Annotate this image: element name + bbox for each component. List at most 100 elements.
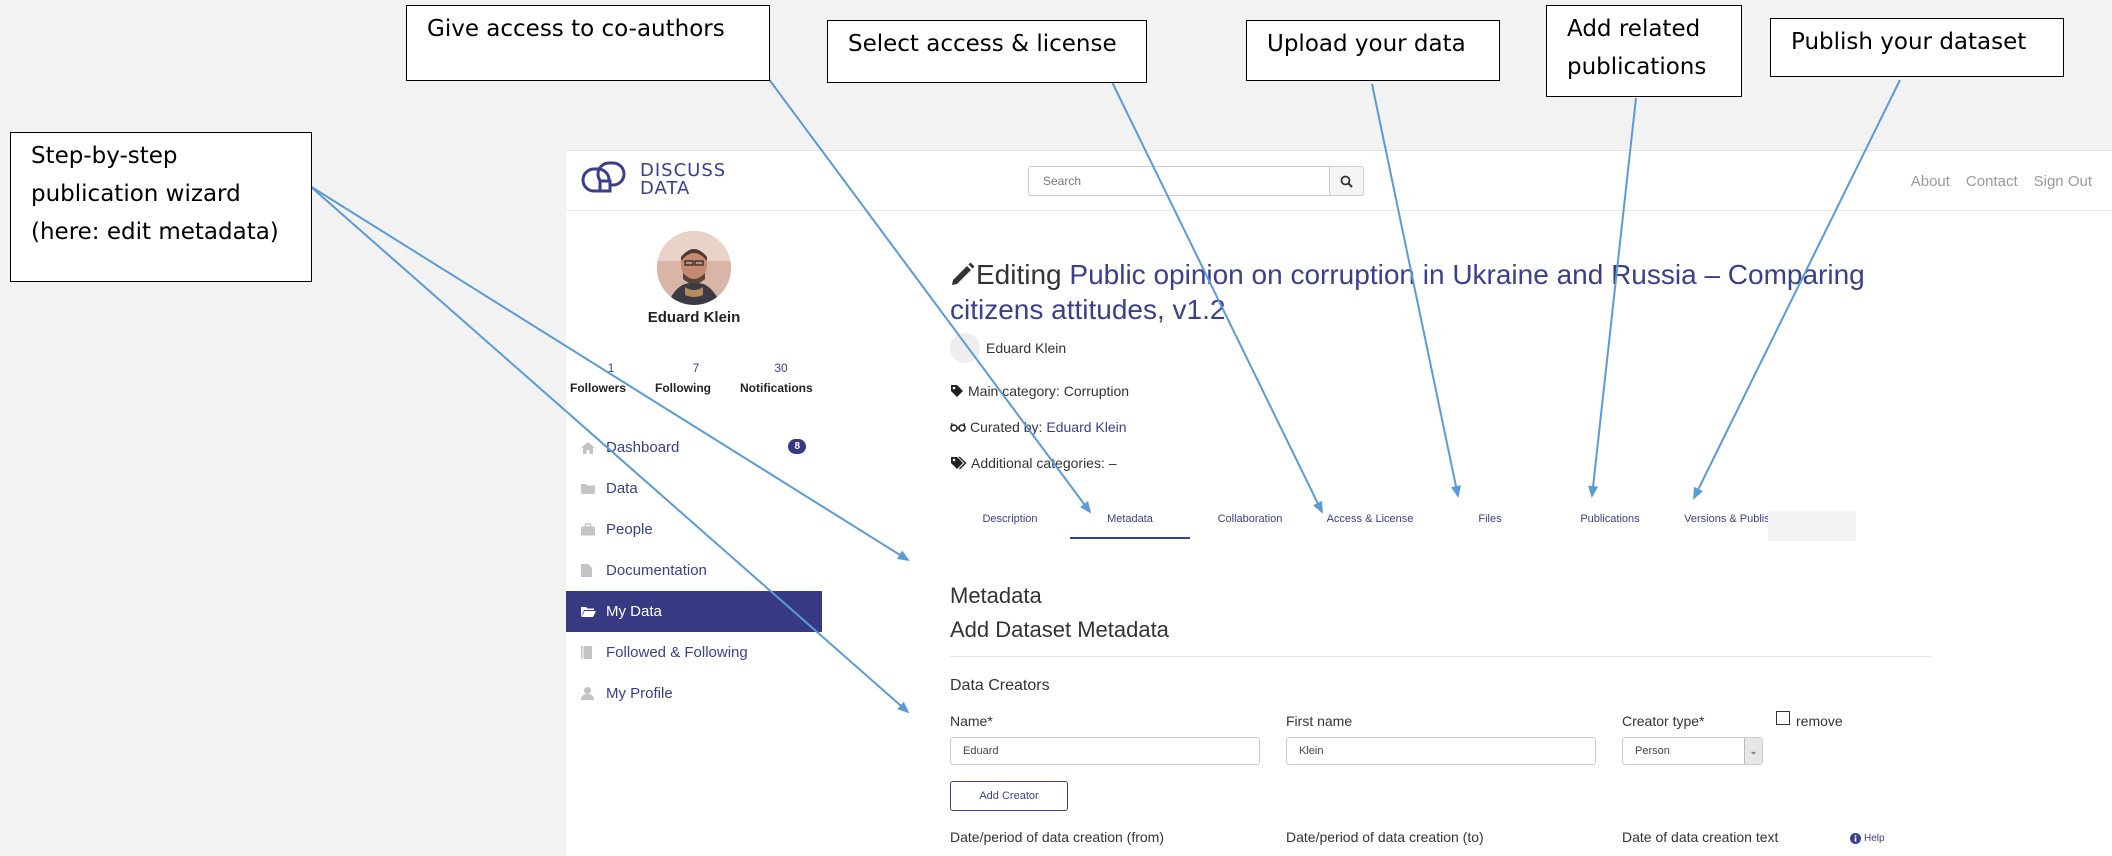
home-icon [580,440,600,456]
discuss-data-logo[interactable]: DISCUSS DATA [580,159,726,201]
user-icon [580,686,600,702]
sidebar-item-data[interactable]: Data [566,468,822,509]
search-input[interactable] [1028,166,1330,196]
file-icon [580,563,600,579]
briefcase-icon [580,522,600,538]
tab-description[interactable]: Description [950,511,1070,539]
following-label: Following [655,381,711,395]
callout-publish: Publish your dataset [1770,18,2064,77]
info-icon [1850,833,1861,844]
tag-icon [951,385,963,397]
search-button[interactable] [1330,166,1364,196]
glasses-icon [950,422,966,432]
callout-wizard-line-1: Step-by-step [31,143,178,169]
sidebar-item-dashboard[interactable]: Dashboard 8 [566,427,822,468]
editing-label: Editing [976,259,1062,290]
author-row: Eduard Klein [950,333,1066,363]
pencil-icon [952,262,975,285]
followers-count: 1 [607,361,615,375]
curator-link[interactable]: Eduard Klein [1046,419,1126,435]
search-bar [1028,166,1364,196]
logo-text-data: DATA [640,178,691,199]
tags-icon [951,456,967,470]
data-creators-title: Data Creators [950,677,1050,694]
annotated-screenshot: DISCUSS DATA About Contact Sign Out [0,0,2112,856]
callout-publications: Add related publications [1546,5,1742,97]
page-title: Editing Public opinion on corruption in … [950,257,1950,327]
callout-publish-text: Publish your dataset [1791,29,2027,55]
header-links: About Contact Sign Out [1911,173,2092,190]
date-to-label: Date/period of data creation (to) [1286,829,1484,845]
avatar[interactable] [657,231,731,305]
tab-metadata[interactable]: Metadata [1070,511,1190,539]
section-subheading: Add Dataset Metadata [950,617,1169,642]
profile-stats: 1 Followers 7 Following 30 Notifications [570,361,822,395]
callout-license-text: Select access & license [848,31,1117,57]
contact-link[interactable]: Contact [1966,173,2018,190]
notifications-stat[interactable]: 30 Notifications [740,361,822,395]
folder-icon [580,481,600,497]
curated-by: Curated by: Eduard Klein [950,419,1127,435]
about-link[interactable]: About [1911,173,1950,190]
remove-label: remove [1796,713,1843,729]
followers-label: Followers [570,381,627,395]
tab-overflow-placeholder [1768,511,1856,541]
tab-collaboration[interactable]: Collaboration [1190,511,1310,539]
author-name[interactable]: Eduard Klein [986,340,1066,356]
section-heading: Metadata [950,583,1042,608]
following-stat[interactable]: 7 Following [655,361,737,395]
sidebar-item-label: Followed & Following [606,644,748,661]
callout-upload-text: Upload your data [1267,31,1466,57]
profile-photo-icon [657,231,731,305]
callout-coauthors-text: Give access to co-authors [427,16,725,42]
search-icon [1340,175,1353,188]
name-label: Name* [950,713,993,729]
creator-first-name-field[interactable] [1286,737,1596,765]
callout-wizard-line-2: publication wizard [31,181,241,207]
sidebar-item-my-data[interactable]: My Data [566,591,822,632]
discuss-data-screenshot: DISCUSS DATA About Contact Sign Out [566,150,2112,856]
additional-categories: Additional categories: – [950,455,1117,471]
sidebar-item-followed-following[interactable]: Followed & Following [566,632,822,673]
additional-categories-text: Additional categories: – [971,455,1117,471]
author-avatar [950,333,980,363]
sidebar: Eduard Klein 1 Followers 7 Following 30 … [566,211,822,856]
creator-name-field[interactable] [950,737,1260,765]
sign-out-link[interactable]: Sign Out [2034,173,2092,190]
profile-name[interactable]: Eduard Klein [566,309,822,326]
book-icon [580,645,600,661]
dashboard-count-badge: 8 [788,439,806,454]
callout-coauthors: Give access to co-authors [406,5,770,81]
top-navbar: DISCUSS DATA About Contact Sign Out [566,151,2112,211]
curated-prefix: Curated by: [970,419,1043,435]
creator-type-value: Person [1635,745,1670,757]
tab-files[interactable]: Files [1430,511,1550,539]
main-category-text: Main category: Corruption [968,383,1130,399]
sidebar-item-my-profile[interactable]: My Profile [566,673,822,714]
tab-access-license[interactable]: Access & License [1310,511,1430,539]
callout-wizard-line-3: (here: edit metadata) [31,219,279,245]
add-creator-button[interactable]: Add Creator [950,781,1068,811]
callout-wizard: Step-by-step publication wizard (here: e… [10,132,312,282]
tab-publications[interactable]: Publications [1550,511,1670,539]
help-label: Help [1864,833,1885,844]
callout-license: Select access & license [827,20,1147,83]
sidebar-item-people[interactable]: People [566,509,822,550]
remove-checkbox[interactable] [1776,711,1790,725]
divider [950,656,1932,657]
callout-publications-line-1: Add related [1567,16,1701,42]
sidebar-item-label: My Data [606,603,662,620]
notifications-label: Notifications [740,381,813,395]
logo-icon [581,161,626,193]
help-link[interactable]: Help [1850,833,1885,844]
first-name-label: First name [1286,713,1353,729]
creator-type-label: Creator type* [1622,713,1705,729]
dataset-title[interactable]: Public opinion on corruption in Ukraine … [950,259,1865,325]
sidebar-item-documentation[interactable]: Documentation [566,550,822,591]
date-text-label: Date of data creation text [1622,829,1779,845]
following-count: 7 [692,361,700,375]
callout-upload: Upload your data [1246,20,1500,81]
sidebar-item-label: My Profile [606,685,673,702]
followers-stat[interactable]: 1 Followers [570,361,652,395]
creator-type-select[interactable]: Person ⌄ [1622,737,1763,765]
